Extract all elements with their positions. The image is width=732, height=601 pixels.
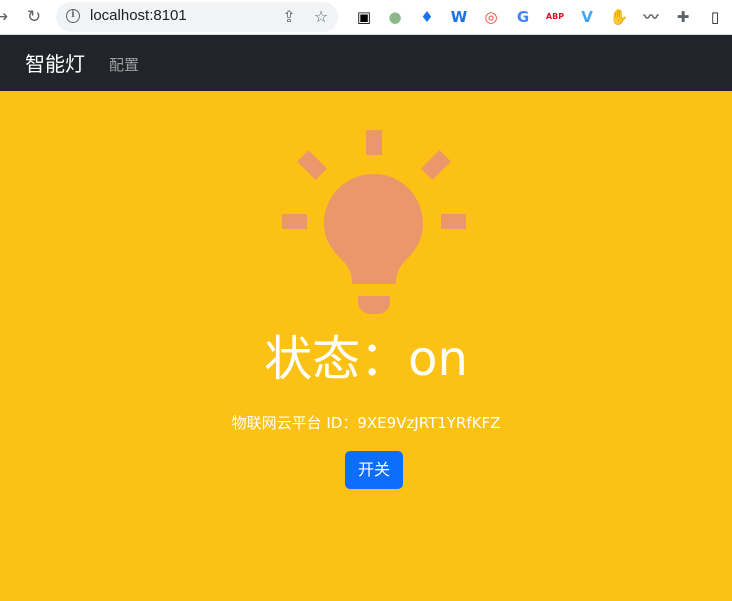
lightbulb-icon bbox=[282, 130, 466, 314]
navbar: 智能灯 配置 bbox=[0, 35, 732, 91]
puzzle-extension-icon[interactable]: ✚ bbox=[673, 7, 693, 27]
status-text: 状态：on bbox=[264, 331, 468, 387]
sidepanel-icon[interactable]: ▯ bbox=[705, 7, 725, 27]
main-panel: 状态：on 物联网云平台 ID：9XE9VzJRT1YRfKFZ 开关 bbox=[0, 91, 732, 601]
qr-extension-icon[interactable]: ▣ bbox=[354, 7, 374, 27]
toggle-button[interactable]: 开关 bbox=[345, 451, 403, 489]
abp-extension-icon[interactable]: ABP bbox=[545, 7, 565, 27]
url-text[interactable]: localhost:8101 bbox=[90, 7, 187, 24]
nav-link-config[interactable]: 配置 bbox=[109, 54, 139, 75]
chrome-extension-icon[interactable]: ◎ bbox=[481, 7, 501, 27]
translate-extension-icon[interactable]: G bbox=[513, 7, 533, 27]
brand-title[interactable]: 智能灯 bbox=[25, 48, 85, 77]
forward-button[interactable]: → bbox=[0, 4, 14, 30]
bookmark-star-icon[interactable]: ☆ bbox=[310, 6, 332, 28]
v-extension-icon[interactable]: V bbox=[577, 7, 597, 27]
site-info-icon[interactable]: i bbox=[66, 9, 80, 23]
platform-id-text: 物联网云平台 ID：9XE9VzJRT1YRfKFZ bbox=[231, 414, 501, 432]
share-icon[interactable]: ⇪ bbox=[278, 6, 300, 28]
address-bar[interactable]: i localhost:8101 ⇪ ☆ bbox=[56, 2, 338, 32]
green-dot-extension-icon[interactable]: ● bbox=[385, 7, 405, 27]
w-extension-icon[interactable]: W bbox=[449, 7, 469, 27]
reload-button[interactable]: ↻ bbox=[21, 4, 47, 30]
browser-toolbar: → ↻ i localhost:8101 ⇪ ☆ ▣ ● ♦ W ◎ G ABP V ✋ 〰 ✚ ▯ bbox=[0, 0, 732, 35]
hand-extension-icon[interactable]: ✋ bbox=[609, 7, 629, 27]
squiggle-extension-icon[interactable]: 〰 bbox=[641, 7, 661, 27]
diamond-extension-icon[interactable]: ♦ bbox=[417, 7, 437, 27]
